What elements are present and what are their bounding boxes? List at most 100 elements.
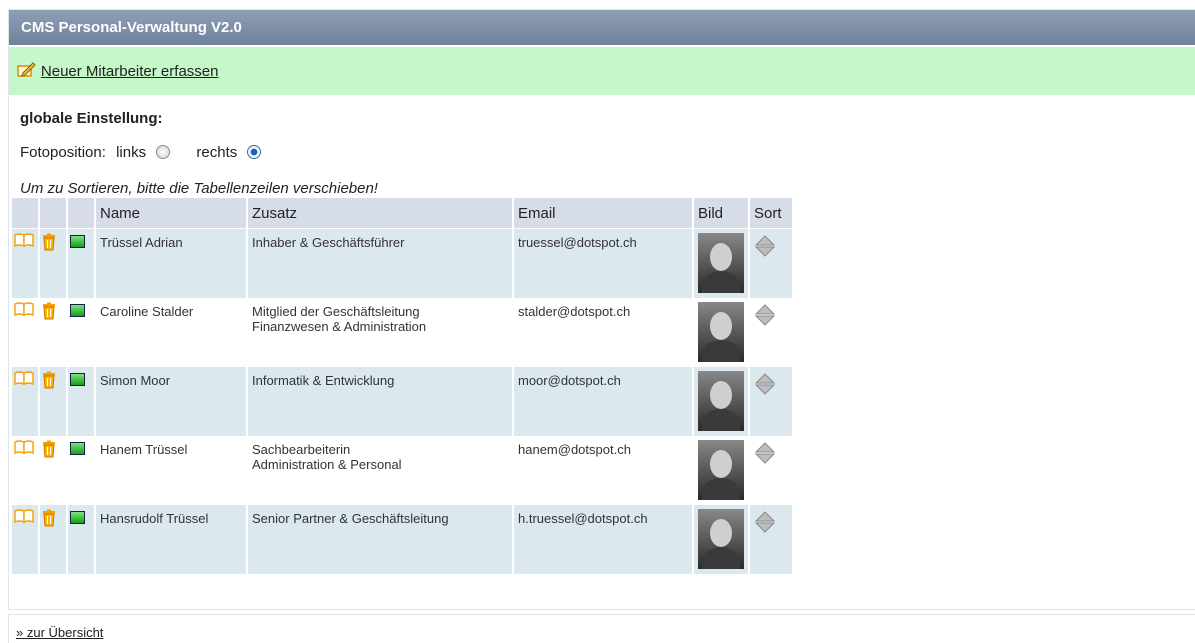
employee-photo (698, 509, 744, 569)
sort-cell (750, 436, 792, 505)
col-zusatz: Zusatz (248, 198, 512, 229)
delete-cell (40, 367, 66, 436)
zusatz-line: Mitglied der Geschäftsleitung (252, 304, 420, 319)
book-icon[interactable] (14, 440, 34, 457)
employee-photo (698, 233, 744, 293)
delete-cell (40, 436, 66, 505)
trash-icon[interactable] (42, 371, 56, 392)
global-settings-heading: globale Einstellung: (20, 110, 163, 127)
status-cell (68, 367, 94, 436)
table-row[interactable]: Hanem Trüssel Sachbearbeiterin Administrat… (12, 436, 792, 505)
trash-icon[interactable] (42, 440, 56, 461)
photo-cell (694, 367, 748, 436)
status-active-icon[interactable] (70, 442, 85, 455)
status-active-icon[interactable] (70, 373, 85, 386)
col-name: Name (96, 198, 246, 229)
page-title: CMS Personal-Verwaltung V2.0 (9, 10, 1195, 45)
col-sort: Sort (750, 198, 792, 229)
status-active-icon[interactable] (70, 235, 85, 248)
radio-right[interactable] (247, 145, 262, 159)
sort-handle-icon[interactable] (754, 235, 776, 260)
book-icon[interactable] (14, 509, 34, 526)
edit-pencil-icon (17, 62, 36, 77)
sort-hint: Um zu Sortieren, bitte die Tabellenzeile… (20, 180, 378, 197)
option-left-label: links (116, 144, 147, 161)
status-active-icon[interactable] (70, 511, 85, 524)
name-cell: Simon Moor (96, 367, 246, 436)
photo-position-label: Fotoposition: (20, 144, 106, 161)
col-email: Email (514, 198, 692, 229)
new-employee-link[interactable]: Neuer Mitarbeiter erfassen (41, 63, 219, 80)
delete-cell (40, 229, 66, 298)
view-cell (12, 436, 38, 505)
employee-photo (698, 371, 744, 431)
sort-handle-icon[interactable] (754, 442, 776, 467)
sort-cell (750, 367, 792, 436)
employee-photo (698, 302, 744, 362)
name-cell: Hansrudolf Trüssel (96, 505, 246, 574)
photo-cell (694, 298, 748, 367)
sort-handle-icon[interactable] (754, 373, 776, 398)
radio-left[interactable] (156, 145, 171, 159)
zusatz-line: Senior Partner & Geschäftsleitung (252, 511, 449, 526)
zusatz-line: Administration & Personal (252, 457, 402, 472)
view-cell (12, 229, 38, 298)
zusatz-line: Sachbearbeiterin (252, 442, 351, 457)
status-cell (68, 505, 94, 574)
view-cell (12, 298, 38, 367)
zusatz-cell: Senior Partner & Geschäftsleitung (248, 505, 512, 574)
delete-cell (40, 298, 66, 367)
zusatz-cell: Informatik & Entwicklung (248, 367, 512, 436)
book-icon[interactable] (14, 371, 34, 388)
zusatz-line: Informatik & Entwicklung (252, 373, 395, 388)
zusatz-line: Finanzwesen & Administration (252, 319, 427, 334)
table-row[interactable]: Caroline Stalder Mitglied der Geschäftsle… (12, 298, 792, 367)
book-icon[interactable] (14, 302, 34, 319)
sort-handle-icon[interactable] (754, 511, 776, 536)
photo-cell (694, 229, 748, 298)
new-employee-bar: Neuer Mitarbeiter erfassen (9, 47, 1195, 95)
status-cell (68, 436, 94, 505)
photo-position-setting: Fotoposition: links rechts (20, 144, 283, 161)
status-active-icon[interactable] (70, 304, 85, 317)
name-cell: Caroline Stalder (96, 298, 246, 367)
book-icon[interactable] (14, 233, 34, 250)
trash-icon[interactable] (42, 233, 56, 254)
zusatz-cell: Sachbearbeiterin Administration & Persona… (248, 436, 512, 505)
status-cell (68, 298, 94, 367)
sort-cell (750, 298, 792, 367)
photo-cell (694, 436, 748, 505)
email-cell: hanem@dotspot.ch (514, 436, 692, 505)
zusatz-line: Inhaber & Geschäftsführer (252, 235, 405, 250)
option-right-label: rechts (196, 144, 238, 161)
table-header-row: Name Zusatz Email Bild Sort (12, 198, 792, 229)
table-row[interactable]: Trüssel Adrian Inhaber & Geschäftsführer t… (12, 229, 792, 298)
sort-cell (750, 505, 792, 574)
view-cell (12, 367, 38, 436)
sort-handle-icon[interactable] (754, 304, 776, 329)
email-cell: moor@dotspot.ch (514, 367, 692, 436)
table-row[interactable]: Hansrudolf Trüssel Senior Partner & Gesch… (12, 505, 792, 574)
employee-photo (698, 440, 744, 500)
trash-icon[interactable] (42, 509, 56, 530)
table-row[interactable]: Simon Moor Informatik & Entwicklung moor@d… (12, 367, 792, 436)
col-view (12, 198, 38, 229)
trash-icon[interactable] (42, 302, 56, 323)
view-cell (12, 505, 38, 574)
zusatz-cell: Inhaber & Geschäftsführer (248, 229, 512, 298)
col-status (68, 198, 94, 229)
email-cell: h.truessel@dotspot.ch (514, 505, 692, 574)
col-delete (40, 198, 66, 229)
status-cell (68, 229, 94, 298)
email-cell: truessel@dotspot.ch (514, 229, 692, 298)
col-bild: Bild (694, 198, 748, 229)
name-cell: Hanem Trüssel (96, 436, 246, 505)
name-cell: Trüssel Adrian (96, 229, 246, 298)
footer: » zur Übersicht (8, 614, 1195, 643)
employee-table-body: Trüssel Adrian Inhaber & Geschäftsführer t… (12, 229, 792, 574)
back-to-overview-link[interactable]: » zur Übersicht (16, 625, 103, 640)
email-cell: stalder@dotspot.ch (514, 298, 692, 367)
photo-cell (694, 505, 748, 574)
delete-cell (40, 505, 66, 574)
zusatz-cell: Mitglied der Geschäftsleitung Finanzwesen… (248, 298, 512, 367)
